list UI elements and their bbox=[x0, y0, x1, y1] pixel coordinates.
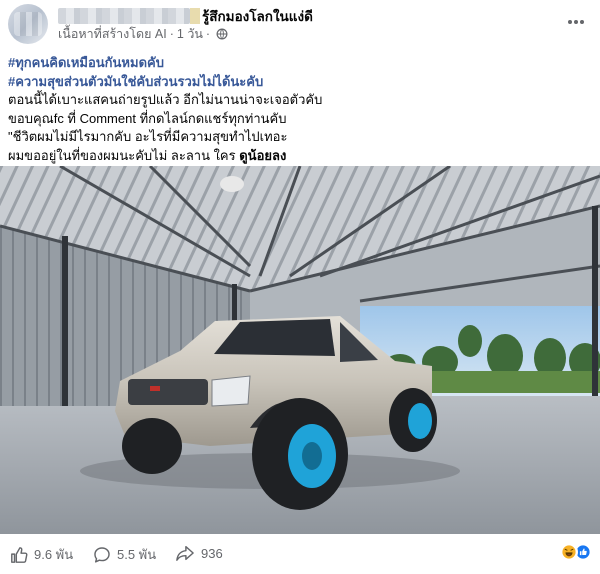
post-meta: เนื้อหาที่สร้างโดย AI · 1 วัน · bbox=[58, 26, 228, 42]
comment-count: 5.5 พัน bbox=[117, 547, 157, 562]
reactions-summary[interactable] bbox=[560, 543, 592, 561]
post-text: #ทุกคนคิดเหมือนกันหมดคับ #ความสุขส่วนตัว… bbox=[8, 54, 588, 165]
like-button[interactable]: 9.6 พัน bbox=[10, 544, 73, 565]
globe-icon bbox=[216, 28, 228, 40]
post-footer: 9.6 พัน 5.5 พัน 936 bbox=[0, 534, 600, 574]
see-less-link[interactable]: ดูน้อยลง bbox=[239, 148, 286, 163]
meta-dot: · bbox=[169, 27, 174, 41]
post-header: รู้สึกมองโลกในแง่ดี เนื้อหาที่สร้างโดย A… bbox=[0, 0, 600, 48]
share-count: 936 bbox=[201, 545, 223, 561]
meta-dot: · bbox=[205, 27, 211, 41]
author-name-obscured[interactable] bbox=[58, 8, 190, 24]
author-row: รู้สึกมองโลกในแง่ดี bbox=[58, 7, 313, 25]
post-photo[interactable] bbox=[0, 166, 600, 534]
author-avatar[interactable] bbox=[8, 4, 48, 44]
feeling-text: รู้สึกมองโลกในแง่ดี bbox=[202, 9, 313, 24]
post-text-line: ขอบคุณfc ที่ Comment ที่กดไลน์กดแชร์ทุกท… bbox=[8, 110, 287, 126]
share-icon bbox=[176, 545, 194, 561]
post-text-last-line: ผมขออยู่ในที่ของผมนะคับไม่ ละลาน ใคร ดูน… bbox=[8, 147, 588, 166]
truck-in-warehouse-image bbox=[0, 166, 600, 534]
post-text-line: ตอนนี้ได้เบาะแสคนถ่ายรูปแล้ว อีกไม่นานน่… bbox=[8, 92, 323, 107]
more-options-icon[interactable] bbox=[564, 12, 588, 32]
comment-button[interactable]: 5.5 พัน bbox=[93, 544, 156, 565]
facebook-post: รู้สึกมองโลกในแง่ดี เนื้อหาที่สร้างโดย A… bbox=[0, 0, 600, 574]
post-text-line: "ชีวิตผมไม่มีไรมากคับ อะไรที่มีความสุขทำ… bbox=[8, 129, 288, 144]
like-count: 9.6 พัน bbox=[34, 547, 74, 562]
post-text-line: ผมขออยู่ในที่ของผมนะคับไม่ ละลาน ใคร bbox=[8, 147, 240, 163]
hashtag-link[interactable]: #ความสุขส่วนตัวมันใช่คับส่วนรวมไม่ได้นะค… bbox=[8, 73, 588, 92]
comment-icon bbox=[94, 546, 110, 563]
hashtag-link[interactable]: #ทุกคนคิดเหมือนกันหมดคับ bbox=[8, 54, 588, 73]
thumbs-up-icon bbox=[11, 546, 28, 563]
name-obscure-tail bbox=[190, 8, 200, 24]
haha-reaction-icon bbox=[560, 543, 578, 561]
share-button[interactable]: 936 bbox=[175, 544, 223, 562]
post-time[interactable]: 1 วัน bbox=[177, 24, 203, 44]
ai-content-label[interactable]: เนื้อหาที่สร้างโดย AI bbox=[58, 24, 167, 44]
